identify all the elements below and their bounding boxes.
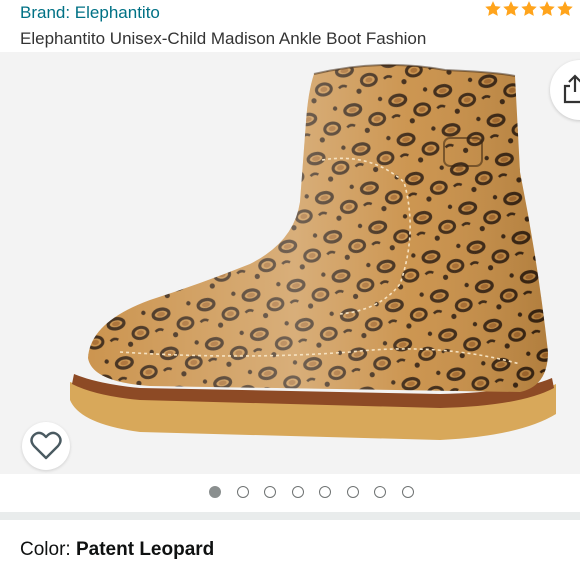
share-icon: [563, 74, 580, 104]
color-variation[interactable]: Color: Patent Leopard: [20, 539, 214, 561]
color-value: Patent Leopard: [75, 539, 215, 560]
heart-icon: [30, 431, 62, 460]
pagination-dot[interactable]: [374, 486, 386, 498]
wishlist-button[interactable]: [22, 422, 70, 470]
star-icon: [503, 1, 519, 16]
product-image[interactable]: [0, 52, 580, 474]
product-title: Elephantito Unisex-Child Madison Ankle B…: [20, 29, 427, 48]
star-icon: [485, 1, 501, 16]
pagination-dot[interactable]: [264, 486, 276, 498]
star-icon: [557, 1, 573, 16]
pagination-dot[interactable]: [401, 486, 414, 498]
pagination-dot[interactable]: [236, 486, 249, 498]
color-label: Color:: [20, 539, 76, 560]
pagination-dot[interactable]: [346, 486, 359, 498]
star-icon: [539, 1, 555, 16]
star-rating[interactable]: [484, 0, 574, 18]
brand-link[interactable]: Brand: Elephantito: [20, 3, 160, 23]
pagination-dot[interactable]: [291, 486, 304, 498]
product-header: Brand: Elephantito Elephantito Unisex-Ch…: [0, 0, 580, 52]
product-image-gallery[interactable]: [0, 52, 580, 474]
pagination-dot[interactable]: [209, 486, 221, 498]
star-icon: [521, 1, 537, 16]
pagination-dot[interactable]: [319, 486, 331, 498]
section-divider: [0, 512, 580, 520]
image-pagination: [0, 474, 580, 512]
